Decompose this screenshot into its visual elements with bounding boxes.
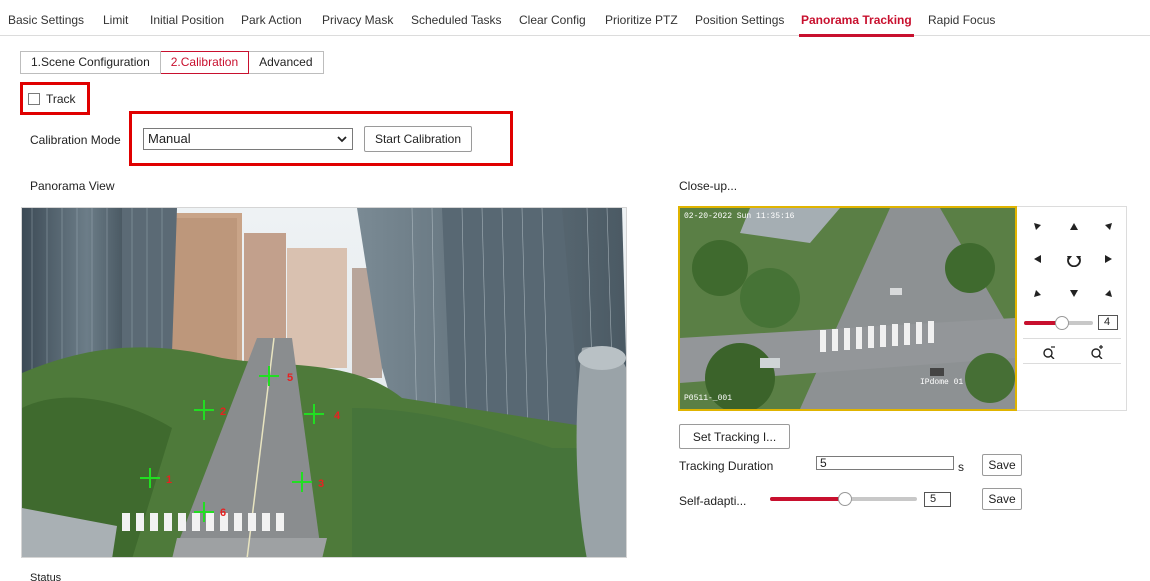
track-checkbox-row[interactable]: Track <box>28 92 76 106</box>
tab-privacy-mask[interactable]: Privacy Mask <box>322 0 393 36</box>
track-label: Track <box>46 92 76 106</box>
step-advanced[interactable]: Advanced <box>249 51 324 74</box>
panorama-marker-3: 3 <box>318 478 324 490</box>
calibration-mode-select[interactable]: Manual <box>143 128 353 150</box>
tab-basic-settings[interactable]: Basic Settings <box>8 0 84 36</box>
set-tracking-button[interactable]: Set Tracking I... <box>679 424 790 449</box>
arrow-up-left-icon <box>1034 223 1041 230</box>
panorama-image: 1 2 3 4 5 6 <box>22 208 626 557</box>
self-adapt-label: Self-adapti... <box>679 494 747 508</box>
status-label: Status <box>30 572 62 581</box>
closeup-view-title: Close-up... <box>679 179 738 193</box>
arrow-up-icon <box>1070 223 1078 230</box>
self-adapt-value: 5 <box>924 492 951 507</box>
tab-position-settings[interactable]: Position Settings <box>695 0 784 36</box>
panorama-view[interactable]: 1 2 3 4 5 6 <box>21 207 627 558</box>
track-checkbox[interactable] <box>28 93 40 105</box>
step-calibration[interactable]: 2.Calibration <box>160 51 250 74</box>
zoom-in-button[interactable] <box>1085 340 1109 364</box>
arrow-down-left-icon <box>1034 290 1041 297</box>
self-adapt-slider-thumb[interactable] <box>838 492 852 506</box>
step-breadcrumb: 1.Scene Configuration 2.Calibration Adva… <box>20 51 324 74</box>
closeup-osd-name: IPdome 01 <box>920 378 963 387</box>
tab-scheduled-tasks[interactable]: Scheduled Tasks <box>411 0 502 36</box>
rotate-icon <box>1067 256 1081 267</box>
panorama-view-title: Panorama View <box>30 179 115 193</box>
zoom-out-icon <box>1043 346 1055 359</box>
tab-bar: Basic Settings Limit Initial Position Pa… <box>0 0 1150 37</box>
closeup-image: 02-20-2022 Sun 11:35:16 IPdome 01 P0511-… <box>680 208 1015 409</box>
calibration-mode-value: Manual <box>148 131 191 146</box>
closeup-osd-bottom: P0511-_001 <box>684 394 732 403</box>
panorama-marker-5: 5 <box>287 372 293 384</box>
ptz-up-right-button[interactable] <box>1096 215 1120 239</box>
self-adapt-slider-fill <box>770 497 844 501</box>
calibration-mode-label: Calibration Mode <box>30 133 121 147</box>
tracking-duration-input[interactable]: 5 <box>816 456 954 470</box>
closeup-view[interactable]: 02-20-2022 Sun 11:35:16 IPdome 01 P0511-… <box>678 206 1017 411</box>
ptz-auto-button[interactable] <box>1062 247 1086 271</box>
chevron-down-icon <box>336 129 348 156</box>
ptz-down-left-button[interactable] <box>1026 281 1050 305</box>
panorama-marker-6: 6 <box>220 507 226 519</box>
zoom-in-icon <box>1091 345 1103 359</box>
arrow-right-icon <box>1105 255 1112 263</box>
ptz-down-right-button[interactable] <box>1096 281 1120 305</box>
ptz-speed-value: 4 <box>1098 315 1118 330</box>
tracking-duration-unit: s <box>958 460 964 474</box>
self-adapt-save-button[interactable]: Save <box>982 488 1022 510</box>
panorama-marker-2: 2 <box>220 406 226 418</box>
ptz-speed-slider-thumb[interactable] <box>1055 316 1069 330</box>
ptz-right-button[interactable] <box>1096 247 1120 271</box>
arrow-up-right-icon <box>1105 223 1112 230</box>
ptz-up-button[interactable] <box>1062 215 1086 239</box>
closeup-osd-datetime: 02-20-2022 Sun 11:35:16 <box>684 212 795 221</box>
tab-panorama-tracking[interactable]: Panorama Tracking <box>799 0 914 37</box>
tab-limit[interactable]: Limit <box>103 0 128 36</box>
tab-park-action[interactable]: Park Action <box>241 0 302 36</box>
panorama-marker-4: 4 <box>334 410 341 422</box>
start-calibration-button[interactable]: Start Calibration <box>364 126 472 152</box>
ptz-up-left-button[interactable] <box>1026 215 1050 239</box>
ptz-control-panel: 4 <box>1017 206 1127 411</box>
tab-rapid-focus[interactable]: Rapid Focus <box>928 0 995 36</box>
tab-clear-config[interactable]: Clear Config <box>519 0 586 36</box>
zoom-out-button[interactable] <box>1037 340 1061 364</box>
ptz-left-button[interactable] <box>1026 247 1050 271</box>
tab-initial-position[interactable]: Initial Position <box>150 0 224 36</box>
tracking-duration-label: Tracking Duration <box>679 459 774 473</box>
arrow-down-icon <box>1070 290 1078 297</box>
ptz-down-button[interactable] <box>1062 281 1086 305</box>
step-scene-configuration[interactable]: 1.Scene Configuration <box>20 51 161 74</box>
arrow-down-right-icon <box>1105 290 1112 297</box>
tab-prioritize-ptz[interactable]: Prioritize PTZ <box>605 0 678 36</box>
tracking-duration-save-button[interactable]: Save <box>982 454 1022 476</box>
arrow-left-icon <box>1034 255 1041 263</box>
panorama-marker-1: 1 <box>166 474 172 486</box>
